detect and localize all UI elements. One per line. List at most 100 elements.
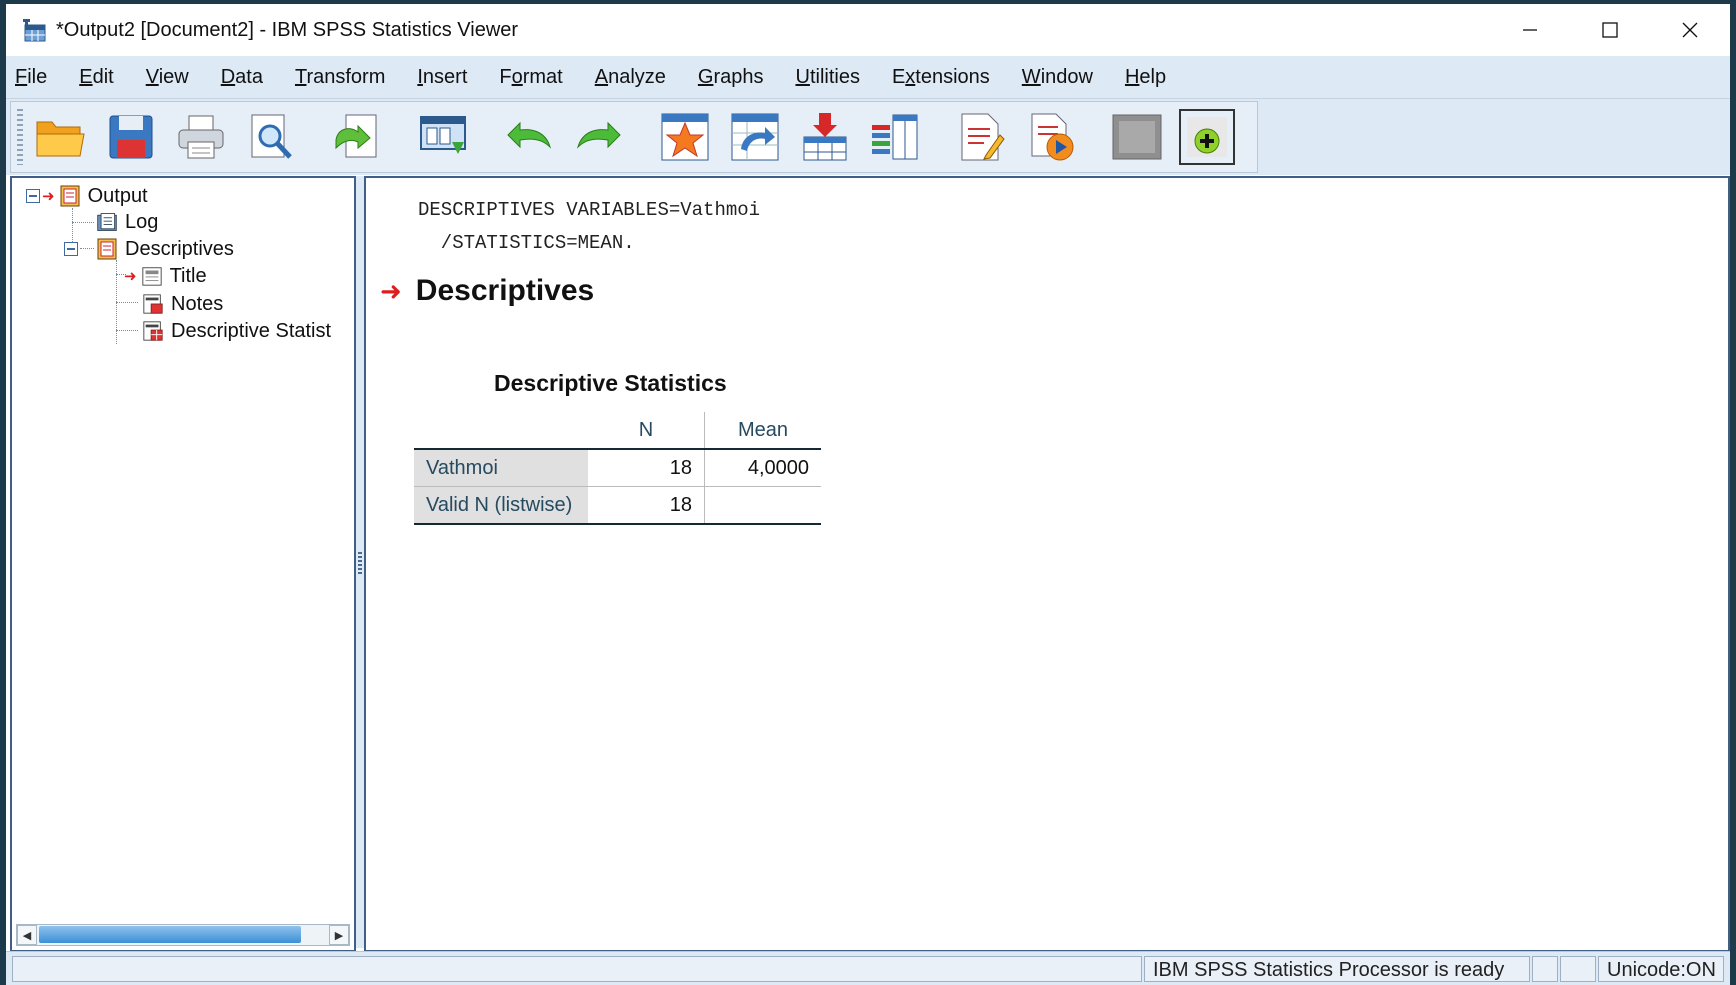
table-corner-cell: [414, 412, 588, 450]
tree-node-log[interactable]: Log: [96, 210, 158, 234]
table-title: Descriptive Statistics: [494, 370, 727, 396]
menu-format[interactable]: Format: [483, 56, 578, 98]
current-item-arrow-icon: ➜: [380, 276, 402, 306]
syntax-log[interactable]: DESCRIPTIVES VARIABLES=Vathmoi /STATISTI…: [418, 194, 760, 260]
output-book-icon: [60, 185, 80, 207]
collapse-toggle-icon[interactable]: [64, 242, 78, 256]
goto-case-icon: [731, 113, 779, 161]
save-icon: [109, 115, 153, 159]
scroll-thumb[interactable]: [39, 926, 301, 943]
toolbar-area: [6, 99, 1730, 175]
toolbar: [10, 101, 1258, 173]
collapse-toggle-icon[interactable]: [26, 189, 40, 203]
maximize-icon: [1602, 22, 1618, 38]
print-button[interactable]: [173, 109, 229, 165]
output-heading[interactable]: Descriptives: [416, 274, 594, 308]
menu-extensions[interactable]: Extensions: [876, 56, 1006, 98]
undo-icon: [507, 121, 552, 149]
status-unicode: Unicode:ON: [1598, 956, 1724, 982]
descriptive-statistics-table[interactable]: N Mean Vathmoi 18 4,0000 Valid N (listwi…: [414, 412, 821, 525]
recall-dialog-icon: [420, 116, 466, 154]
output-book-icon: [97, 238, 117, 260]
insert-variable-icon: [803, 113, 847, 161]
insert-text-button[interactable]: [953, 109, 1009, 165]
menu-help[interactable]: Help: [1109, 56, 1182, 98]
output-heading-row: ➜ Descriptives: [380, 274, 594, 308]
export-icon: [335, 114, 377, 158]
redo-icon: [576, 121, 621, 149]
status-processor: IBM SPSS Statistics Processor is ready: [1144, 956, 1530, 982]
notes-icon: [143, 294, 163, 314]
goto-data-button[interactable]: [657, 109, 713, 165]
menu-transform[interactable]: Transform: [279, 56, 401, 98]
undo-button[interactable]: [501, 109, 557, 165]
syntax-line: /STATISTICS=MEAN.: [418, 232, 635, 254]
cell-mean: [704, 486, 821, 525]
tree-node-descriptive-statistics[interactable]: Descriptive Statist: [142, 319, 331, 343]
row-label: Valid N (listwise): [414, 486, 588, 525]
log-icon: [97, 213, 117, 231]
redo-button[interactable]: [571, 109, 627, 165]
menu-data[interactable]: Data: [205, 56, 279, 98]
maximize-button[interactable]: [1570, 4, 1650, 56]
cell-n: 18: [588, 486, 705, 525]
select-variables-button[interactable]: [867, 109, 923, 165]
scroll-right-arrow-icon[interactable]: ▶: [329, 925, 349, 945]
export-button[interactable]: [329, 109, 385, 165]
tree-label-notes: Notes: [171, 292, 224, 315]
outline-pane: ➜ Output Log Descriptives ➜ Title Notes …: [10, 176, 356, 952]
save-button[interactable]: [103, 109, 159, 165]
scroll-left-arrow-icon[interactable]: ◀: [17, 925, 37, 945]
title-icon: [141, 267, 162, 286]
designate-window-icon: [1112, 114, 1162, 160]
designate-window-button[interactable]: [1109, 109, 1165, 165]
tree-connector: [72, 222, 94, 223]
menu-edit[interactable]: Edit: [63, 56, 129, 98]
insert-variable-button[interactable]: [797, 109, 853, 165]
menu-utilities[interactable]: Utilities: [779, 56, 875, 98]
menu-file[interactable]: File: [6, 56, 63, 98]
tree-label-output: Output: [87, 184, 148, 207]
tree-connector: [116, 330, 138, 331]
column-header-n: N: [588, 412, 705, 450]
tree-label-title: Title: [169, 264, 207, 287]
window-title: *Output2 [Document2] - IBM SPSS Statisti…: [56, 18, 519, 41]
open-icon: [36, 121, 85, 157]
goto-data-icon: [661, 113, 709, 161]
print-icon: [178, 115, 224, 159]
tree-node-title[interactable]: ➜ Title: [124, 264, 207, 288]
syntax-line: DESCRIPTIVES VARIABLES=Vathmoi: [418, 199, 761, 221]
minimize-button[interactable]: [1490, 4, 1570, 56]
run-script-button[interactable]: [1023, 109, 1079, 165]
menu-window[interactable]: Window: [1006, 56, 1109, 98]
tree-label-descriptives: Descriptives: [125, 237, 234, 260]
tree-node-output[interactable]: ➜ Output: [26, 184, 148, 208]
outline-horizontal-scrollbar[interactable]: ◀ ▶: [16, 924, 350, 946]
pivot-table-icon: [143, 321, 163, 341]
tree-node-notes[interactable]: Notes: [142, 292, 223, 316]
pane-splitter[interactable]: [356, 176, 364, 948]
add-on-button[interactable]: [1179, 109, 1235, 165]
toolbar-grip[interactable]: [17, 109, 23, 165]
print-preview-button[interactable]: [243, 109, 299, 165]
open-button[interactable]: [33, 109, 89, 165]
add-on-icon: [1187, 117, 1227, 157]
menu-bar: File Edit View Data Transform Insert For…: [6, 56, 1730, 99]
close-button[interactable]: [1650, 4, 1730, 56]
recall-dialog-button[interactable]: [415, 109, 471, 165]
status-field-blank: [1532, 956, 1558, 982]
menu-view[interactable]: View: [130, 56, 205, 98]
menu-analyze[interactable]: Analyze: [579, 56, 682, 98]
menu-insert[interactable]: Insert: [401, 56, 483, 98]
menu-graphs[interactable]: Graphs: [682, 56, 780, 98]
tree-connector: [116, 302, 138, 303]
table-row: Vathmoi 18 4,0000: [414, 449, 821, 487]
close-icon: [1682, 22, 1698, 38]
tree-node-descriptives[interactable]: Descriptives: [64, 237, 234, 261]
goto-case-button[interactable]: [727, 109, 783, 165]
current-item-arrow-icon: ➜: [124, 267, 137, 285]
select-variables-icon: [872, 114, 918, 160]
cell-mean: 4,0000: [704, 449, 821, 487]
splitter-grip[interactable]: [358, 552, 362, 574]
window-controls: [1490, 4, 1730, 56]
